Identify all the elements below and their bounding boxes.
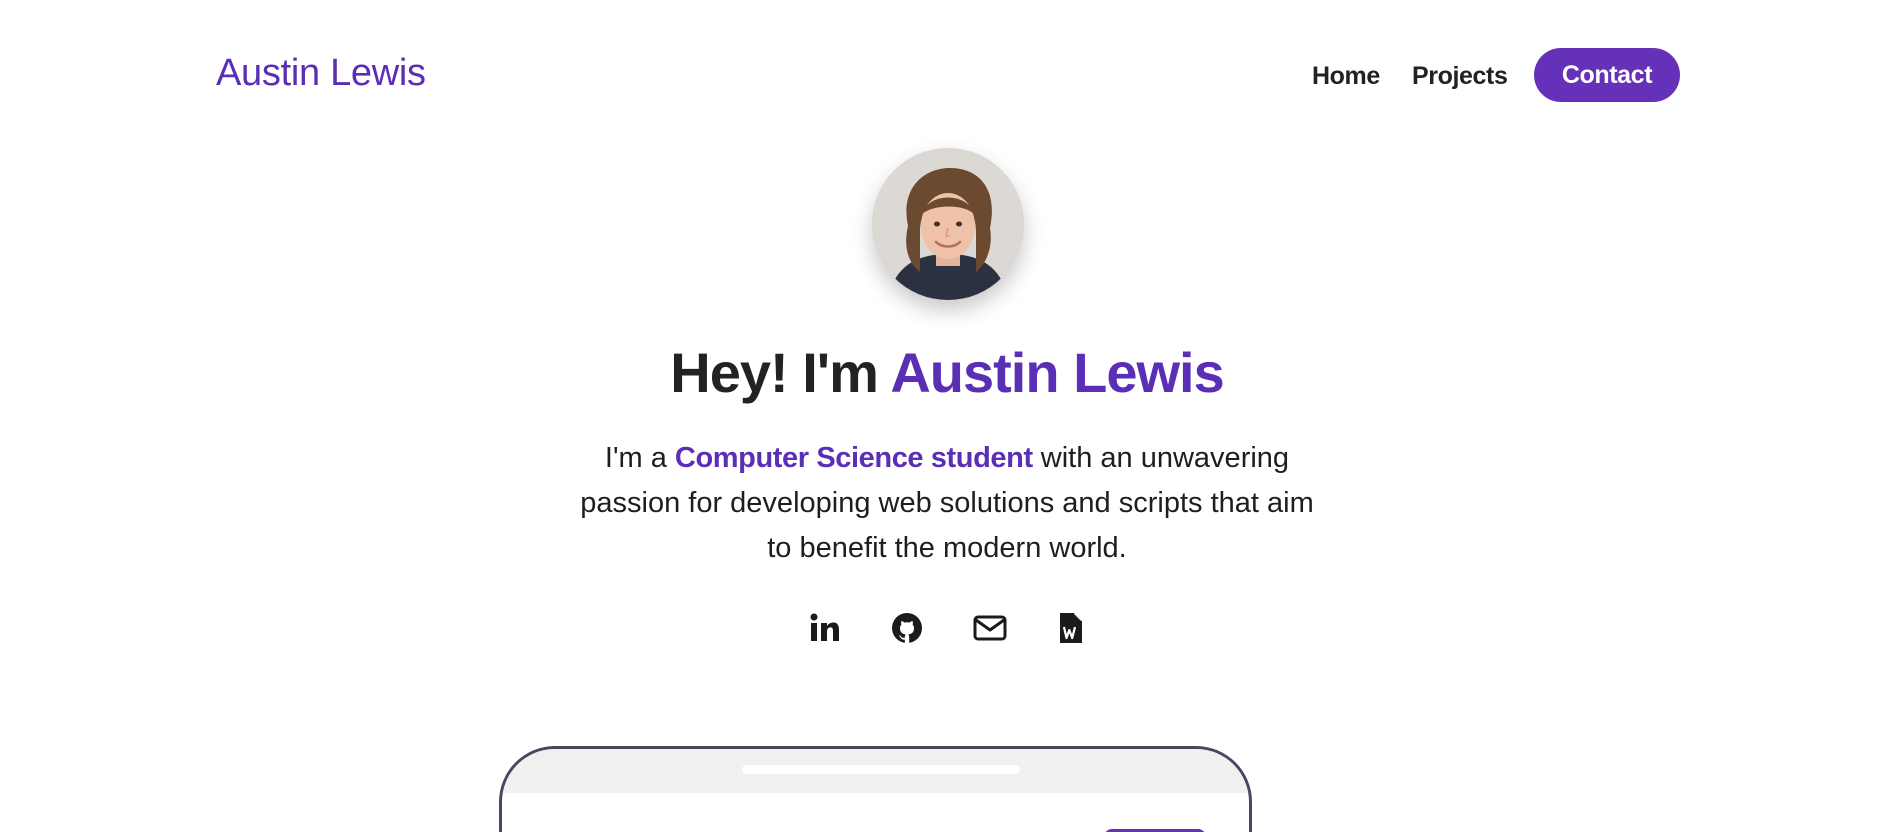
avatar [872,148,1024,300]
device-mockup [499,746,1252,832]
avatar-portrait-image [872,148,1024,300]
device-speaker-notch [742,765,1020,774]
nav-link-projects[interactable]: Projects [1412,62,1508,91]
email-link[interactable] [970,608,1010,648]
mail-icon [973,615,1007,641]
brand-logo-link[interactable]: Austin Lewis [216,52,426,95]
resume-link[interactable] [1051,608,1091,648]
hero-headline: Hey! I'm Austin Lewis [0,340,1894,405]
device-status-bar [502,749,1249,793]
top-navbar: Austin Lewis Home Projects Contact [0,0,1894,150]
linkedin-link[interactable] [805,608,845,648]
linkedin-icon [810,613,839,641]
intro-prefix: I'm a [604,442,675,474]
contact-button[interactable]: Contact [1534,48,1680,102]
resume-doc-icon [1060,613,1082,643]
headline-name: Austin Lewis [890,341,1224,404]
headline-prefix: Hey! I'm [670,341,891,404]
intro-highlight: Computer Science student [674,442,1033,474]
github-link[interactable] [887,608,927,648]
hero-intro: I'm a Computer Science student with an u… [567,436,1327,571]
social-links [0,608,1894,652]
nav-link-home[interactable]: Home [1312,62,1380,91]
github-icon [892,613,922,643]
